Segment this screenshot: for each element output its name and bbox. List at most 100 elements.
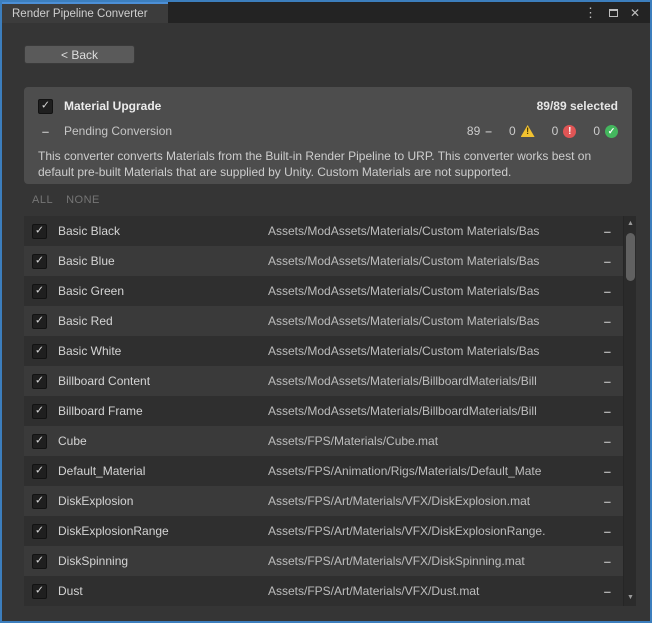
- scroll-up-icon[interactable]: ▲: [624, 220, 637, 228]
- maximize-glyph: [609, 9, 618, 17]
- pending-dash-icon: –: [604, 224, 611, 239]
- check-icon: ✓: [35, 225, 44, 236]
- item-name: Billboard Content: [58, 374, 268, 388]
- pending-dash-icon: –: [38, 124, 53, 139]
- pending-dash-icon: –: [604, 344, 611, 359]
- status-counts: 89 – 0 0 0: [467, 124, 618, 138]
- scrollbar[interactable]: ▲ ▼: [623, 216, 636, 606]
- check-icon: ✓: [35, 525, 44, 536]
- selected-count: 89/89 selected: [537, 99, 618, 113]
- pending-dash-icon: –: [604, 284, 611, 299]
- item-checkbox[interactable]: ✓: [32, 524, 47, 539]
- check-icon: ✓: [35, 555, 44, 566]
- converter-status-row: – Pending Conversion 89 – 0 0 0: [38, 122, 618, 140]
- error-count: 0: [552, 124, 559, 138]
- item-checkbox[interactable]: ✓: [32, 494, 47, 509]
- item-path: Assets/FPS/Art/Materials/VFX/DiskExplosi…: [268, 524, 560, 538]
- item-name: Cube: [58, 434, 268, 448]
- pending-dash-icon: –: [604, 314, 611, 329]
- list-item[interactable]: ✓Basic GreenAssets/ModAssets/Materials/C…: [24, 276, 623, 306]
- item-name: Basic Red: [58, 314, 268, 328]
- item-path: Assets/ModAssets/Materials/BillboardMate…: [268, 374, 560, 388]
- window-tab[interactable]: Render Pipeline Converter: [2, 2, 168, 23]
- pending-dash-icon: –: [604, 374, 611, 389]
- list-item[interactable]: ✓ DiskExplosionAssets/FPS/Art/Materials/V…: [24, 486, 623, 516]
- item-checkbox[interactable]: ✓: [32, 284, 47, 299]
- title-bar: Render Pipeline Converter ⋮ ✕: [2, 2, 650, 23]
- window-body: < Back ✓ Material Upgrade 89/89 selected…: [2, 23, 650, 621]
- pending-dash-icon: –: [604, 434, 611, 449]
- pending-dash-icon: –: [604, 404, 611, 419]
- materials-list: ✓Basic BlackAssets/ModAssets/Materials/C…: [24, 216, 636, 606]
- item-name: Default_Material: [58, 464, 268, 478]
- item-path: Assets/FPS/Art/Materials/VFX/DiskExplosi…: [268, 494, 560, 508]
- item-checkbox[interactable]: ✓: [32, 464, 47, 479]
- check-icon: ✓: [35, 465, 44, 476]
- item-checkbox[interactable]: ✓: [32, 374, 47, 389]
- list-item[interactable]: ✓Basic BlueAssets/ModAssets/Materials/Cu…: [24, 246, 623, 276]
- list-item[interactable]: ✓Basic BlackAssets/ModAssets/Materials/C…: [24, 216, 623, 246]
- pending-dash-icon: –: [604, 524, 611, 539]
- item-name: Billboard Frame: [58, 404, 268, 418]
- item-checkbox[interactable]: ✓: [32, 314, 47, 329]
- check-icon: ✓: [35, 435, 44, 446]
- materials-rows: ✓Basic BlackAssets/ModAssets/Materials/C…: [24, 216, 623, 606]
- item-path: Assets/ModAssets/Materials/Custom Materi…: [268, 224, 560, 238]
- item-name: DiskExplosionRange: [58, 524, 268, 538]
- check-icon: ✓: [41, 100, 50, 111]
- warning-icon: [521, 125, 535, 137]
- window-title: Render Pipeline Converter: [12, 8, 148, 20]
- maximize-icon[interactable]: [609, 7, 618, 19]
- error-icon: [563, 125, 576, 138]
- warning-count: 0: [509, 124, 516, 138]
- list-item[interactable]: ✓ Billboard ContentAssets/ModAssets/Mater…: [24, 366, 623, 396]
- material-upgrade-panel: ✓ Material Upgrade 89/89 selected – Pend…: [24, 87, 632, 184]
- list-item[interactable]: ✓Basic WhiteAssets/ModAssets/Materials/C…: [24, 336, 623, 366]
- scroll-down-icon[interactable]: ▼: [624, 594, 637, 602]
- list-item[interactable]: ✓ CubeAssets/FPS/Materials/Cube.mat –: [24, 426, 623, 456]
- item-checkbox[interactable]: ✓: [32, 554, 47, 569]
- select-all-button[interactable]: ALL: [32, 194, 53, 206]
- item-checkbox[interactable]: ✓: [32, 254, 47, 269]
- item-path: Assets/ModAssets/Materials/BillboardMate…: [268, 404, 560, 418]
- pending-dash-icon: –: [604, 554, 611, 569]
- pending-dash-icon: –: [604, 494, 611, 509]
- item-name: Basic White: [58, 344, 268, 358]
- select-none-button[interactable]: NONE: [66, 194, 100, 206]
- converter-title: Material Upgrade: [64, 99, 161, 113]
- item-path: Assets/FPS/Art/Materials/VFX/DiskSpinnin…: [268, 554, 560, 568]
- list-item[interactable]: ✓ DustAssets/FPS/Art/Materials/VFX/Dust.m…: [24, 576, 623, 606]
- list-item[interactable]: ✓DiskSpinningAssets/FPS/Art/Materials/VF…: [24, 546, 623, 576]
- list-item[interactable]: ✓ DiskExplosionRangeAssets/FPS/Art/Materi…: [24, 516, 623, 546]
- check-icon: ✓: [35, 585, 44, 596]
- kebab-menu-icon[interactable]: ⋮: [584, 6, 597, 19]
- item-name: Basic Green: [58, 284, 268, 298]
- item-name: DiskExplosion: [58, 494, 268, 508]
- pending-dash-icon: –: [604, 254, 611, 269]
- list-item[interactable]: ✓ Billboard FrameAssets/ModAssets/Materia…: [24, 396, 623, 426]
- item-name: Dust: [58, 584, 268, 598]
- material-upgrade-checkbox[interactable]: ✓: [38, 99, 53, 114]
- check-icon: ✓: [35, 285, 44, 296]
- item-path: Assets/ModAssets/Materials/Custom Materi…: [268, 314, 560, 328]
- check-icon: ✓: [35, 375, 44, 386]
- item-checkbox[interactable]: ✓: [32, 224, 47, 239]
- item-checkbox[interactable]: ✓: [32, 434, 47, 449]
- item-path: Assets/FPS/Art/Materials/VFX/Dust.mat: [268, 584, 560, 598]
- scrollbar-thumb[interactable]: [626, 233, 635, 281]
- success-count: 0: [593, 124, 600, 138]
- item-path: Assets/FPS/Materials/Cube.mat: [268, 434, 560, 448]
- close-icon[interactable]: ✕: [630, 7, 640, 19]
- pending-dash-icon: –: [604, 584, 611, 599]
- check-icon: ✓: [35, 255, 44, 266]
- item-checkbox[interactable]: ✓: [32, 584, 47, 599]
- back-button[interactable]: < Back: [24, 45, 135, 64]
- item-checkbox[interactable]: ✓: [32, 344, 47, 359]
- pending-count-dash-icon: –: [485, 124, 492, 138]
- list-item[interactable]: ✓ Basic RedAssets/ModAssets/Materials/Cus…: [24, 306, 623, 336]
- check-icon: ✓: [35, 495, 44, 506]
- item-checkbox[interactable]: ✓: [32, 404, 47, 419]
- pending-conversion-label: Pending Conversion: [64, 124, 172, 138]
- pending-count: 89: [467, 124, 480, 138]
- list-item[interactable]: ✓Default_MaterialAssets/FPS/Animation/Ri…: [24, 456, 623, 486]
